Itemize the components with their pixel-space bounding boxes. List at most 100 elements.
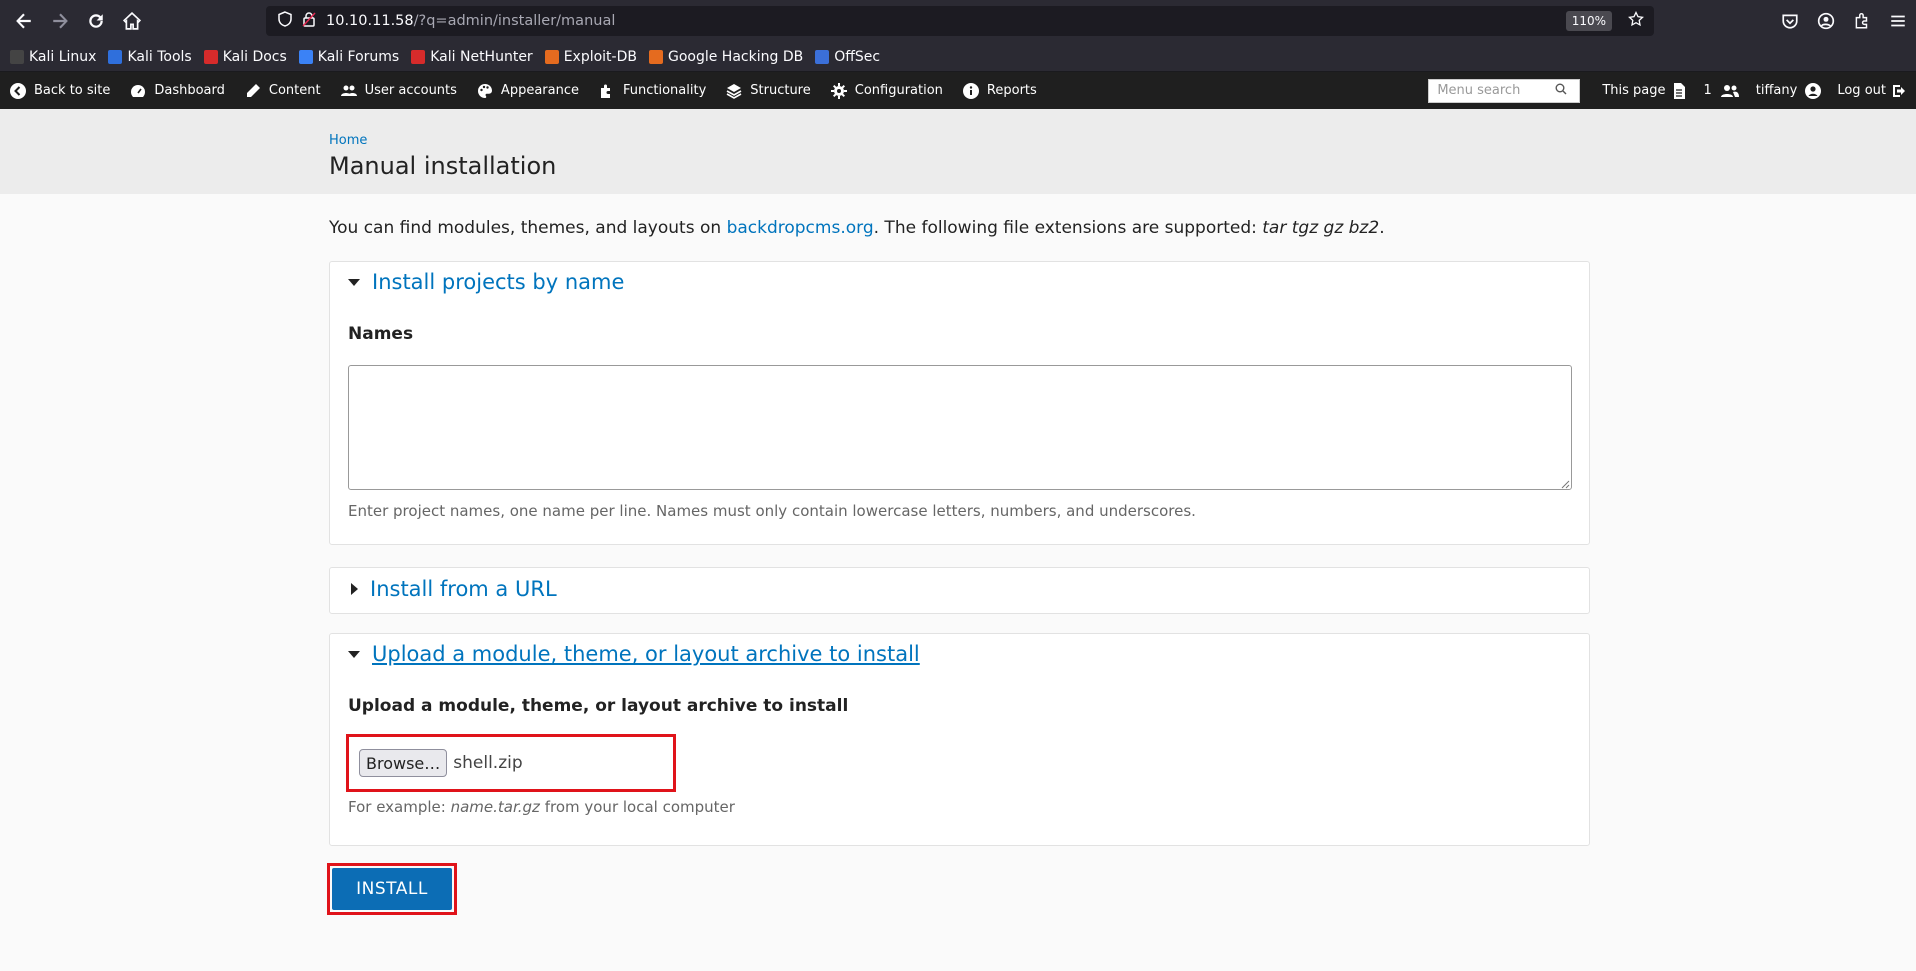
breadcrumb-home-link[interactable]: Home (329, 133, 367, 148)
bookmark-item[interactable]: Google Hacking DB (648, 48, 804, 65)
insecure-lock-icon[interactable] (302, 11, 316, 31)
caret-right-icon (351, 583, 358, 595)
main-content: You can find modules, themes, and layout… (0, 194, 1916, 971)
names-label: Names (348, 324, 414, 344)
install-by-name-toggle[interactable]: Install projects by name (348, 270, 624, 294)
install-from-url-toggle[interactable]: Install from a URL (348, 577, 557, 601)
install-by-name-legend: Install projects by name (372, 270, 625, 294)
file-upload-input[interactable]: Browse… shell.zip (346, 734, 676, 792)
admin-menu-appearance[interactable]: Appearance (467, 72, 589, 109)
palette-icon (477, 83, 492, 98)
url-bar[interactable]: 10.10.11.58/?q=admin/installer/manual 11… (266, 6, 1654, 36)
url-text[interactable]: 10.10.11.58/?q=admin/installer/manual (326, 13, 615, 29)
logout-link[interactable]: Log out (1829, 72, 1916, 109)
upload-help-prefix: For example: (348, 798, 451, 816)
admin-toolbar: Back to site Dashboard Content User account… (0, 72, 1916, 109)
shield-icon[interactable] (278, 11, 292, 31)
names-textarea[interactable] (348, 365, 1572, 490)
home-icon[interactable] (114, 3, 150, 39)
admin-menu-user-accounts[interactable]: User accounts (331, 72, 467, 109)
admin-menu-configuration[interactable]: Configuration (821, 72, 953, 109)
back-arrow-icon (10, 82, 26, 99)
intro-prefix: You can find modules, themes, and layout… (329, 218, 727, 238)
install-button[interactable]: INSTALL (332, 868, 452, 910)
bookmark-label: Google Hacking DB (667, 48, 804, 65)
extensions-icon[interactable] (1844, 3, 1880, 39)
admin-menu-label: Dashboard (154, 83, 225, 98)
upload-help-text: For example: name.tar.gz from your local… (348, 798, 735, 816)
backdropcms-link[interactable]: backdropcms.org (727, 218, 874, 238)
account-icon[interactable] (1808, 3, 1844, 39)
menu-search-box[interactable] (1428, 78, 1581, 103)
bookmark-favicon-icon (108, 49, 123, 64)
intro-middle: . The following file extensions are supp… (873, 218, 1263, 238)
admin-menu-label: Configuration (854, 83, 943, 98)
info-icon (962, 82, 979, 99)
admin-menu-label: Appearance (500, 83, 579, 98)
logout-label: Log out (1837, 83, 1886, 98)
bookmark-label: OffSec (834, 48, 881, 65)
reload-icon[interactable] (78, 3, 114, 39)
upload-archive-toggle[interactable]: Upload a module, theme, or layout archiv… (348, 642, 920, 666)
bookmark-item[interactable]: Kali Linux (10, 49, 96, 65)
admin-menu-structure[interactable]: Structure (716, 72, 820, 109)
bookmark-label: Kali Docs (222, 48, 287, 65)
page-header: Home Manual installation (0, 109, 1916, 194)
upload-archive-label: Upload a module, theme, or layout archiv… (348, 696, 849, 716)
dashboard-icon (131, 84, 146, 97)
admin-menu-functionality[interactable]: Functionality (589, 72, 716, 109)
hamburger-menu-icon[interactable] (1880, 3, 1916, 39)
bookmark-favicon-icon (411, 49, 426, 64)
zoom-level-badge[interactable]: 110% (1565, 11, 1612, 31)
page-title: Manual installation (329, 152, 557, 180)
url-path: /?q=admin/installer/manual (413, 13, 616, 29)
browse-button[interactable]: Browse… (359, 749, 448, 777)
resize-grip-icon[interactable] (1561, 480, 1570, 489)
bookmark-label: Exploit-DB (563, 48, 637, 65)
selected-file-name: shell.zip (453, 753, 523, 773)
browser-toolbar: 10.10.11.58/?q=admin/installer/manual 11… (0, 0, 1916, 42)
install-button-highlight: INSTALL (327, 863, 457, 915)
bookmark-item[interactable]: Exploit-DB (544, 48, 637, 65)
bookmark-label: Kali Tools (127, 48, 192, 65)
admin-menu-label: Back to site (34, 83, 111, 98)
bookmark-label: Kali Forums (317, 48, 400, 65)
upload-archive-legend: Upload a module, theme, or layout archiv… (372, 642, 920, 666)
puzzle-icon (600, 84, 610, 98)
admin-menu-reports[interactable]: Reports (953, 72, 1047, 109)
forward-icon[interactable] (42, 3, 78, 39)
upload-help-example: name.tar.gz (450, 798, 540, 816)
admin-menu-content[interactable]: Content (235, 72, 331, 109)
users-icon (1720, 84, 1739, 97)
bookmarks-bar: Kali Linux Kali Tools Kali Docs Kali Forums… (0, 42, 1916, 72)
search-icon[interactable] (1555, 83, 1567, 99)
admin-menu-label: Reports (986, 83, 1037, 98)
extensions-list: tar tgz gz bz2 (1262, 218, 1380, 238)
admin-menu-label: User accounts (364, 83, 457, 98)
admin-menu-label: Content (268, 83, 321, 98)
bookmark-label: Kali Linux (29, 48, 97, 65)
install-from-url-fieldset: Install from a URL (329, 567, 1590, 614)
username: tiffany (1755, 83, 1798, 98)
this-page-label: This page (1602, 83, 1666, 98)
bookmark-item[interactable]: OffSec (815, 49, 880, 65)
bookmark-item[interactable]: Kali Tools (108, 48, 192, 65)
users-icon (340, 85, 357, 96)
layers-icon (726, 83, 742, 99)
user-circle-icon (1805, 82, 1822, 99)
bookmark-star-icon[interactable] (1628, 10, 1644, 31)
bookmark-item[interactable]: Kali Docs (203, 48, 287, 65)
install-by-name-fieldset: Install projects by name Names Enter pro… (329, 261, 1590, 545)
names-help-text: Enter project names, one name per line. … (348, 502, 1196, 520)
admin-menu-dashboard[interactable]: Dashboard (120, 72, 235, 109)
this-page-link[interactable]: This page (1592, 72, 1695, 109)
bookmark-item[interactable]: Kali Forums (298, 48, 400, 65)
admin-menu-back-to-site[interactable]: Back to site (0, 72, 120, 109)
install-from-url-legend: Install from a URL (370, 577, 557, 601)
back-icon[interactable] (6, 3, 42, 39)
user-account-link[interactable]: tiffany (1748, 72, 1830, 109)
online-users-link[interactable]: 1 (1695, 72, 1747, 109)
pocket-icon[interactable] (1772, 3, 1808, 39)
bookmark-item[interactable]: Kali NetHunter (411, 49, 533, 65)
menu-search-input[interactable] (1437, 83, 1556, 98)
